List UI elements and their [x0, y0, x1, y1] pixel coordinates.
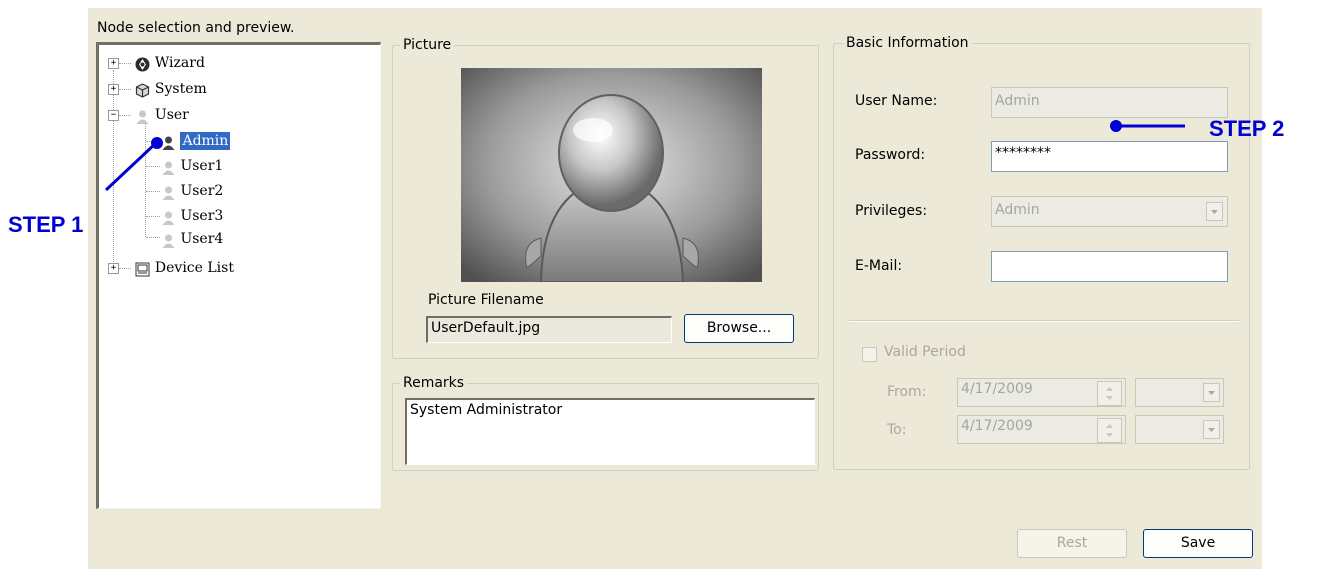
- step2-annotation: STEP 2: [1209, 116, 1285, 141]
- step1-pointer: [104, 141, 158, 192]
- step1-dot: [151, 137, 163, 149]
- step2-dot: [1110, 120, 1122, 132]
- step1-annotation: STEP 1: [8, 212, 84, 237]
- annotation-overlay: [104, 120, 1185, 192]
